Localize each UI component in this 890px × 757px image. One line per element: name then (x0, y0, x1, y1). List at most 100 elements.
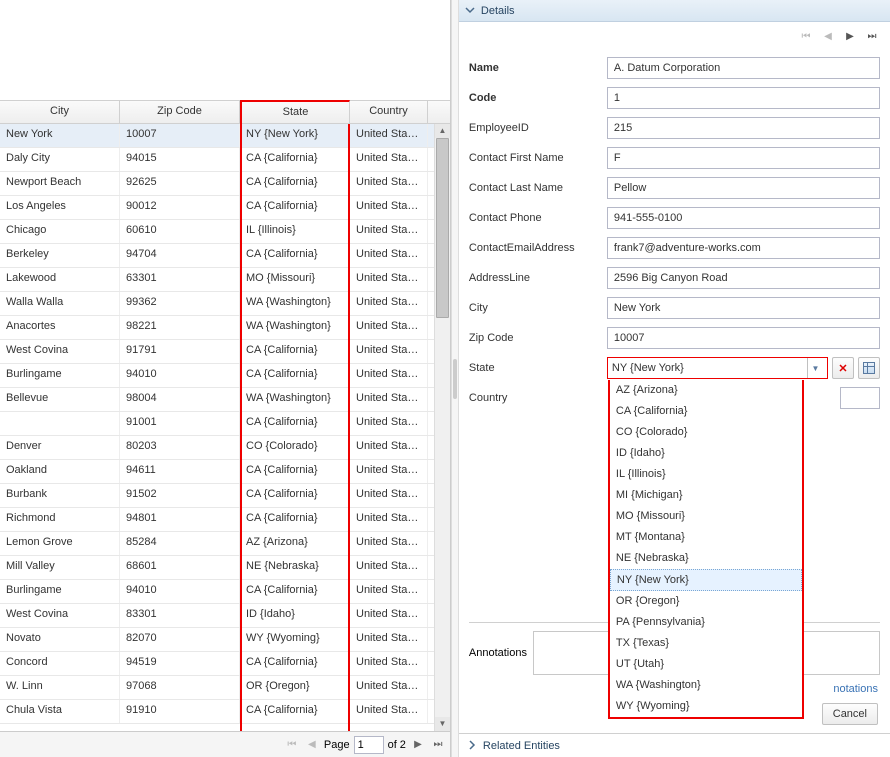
pager-first-button[interactable]: ⏮ (284, 737, 300, 753)
input-country[interactable] (840, 387, 880, 409)
state-option[interactable]: CO {Colorado} (610, 422, 802, 443)
input-contact-email[interactable] (607, 237, 880, 259)
table-row[interactable]: Burlingame94010CA {California}United Sta… (0, 364, 450, 388)
vertical-scrollbar[interactable]: ▲ ▼ (434, 124, 450, 731)
pager-page-input[interactable] (354, 736, 384, 754)
state-option[interactable]: UT {Utah} (610, 654, 802, 675)
table-row[interactable]: West Covina91791CA {California}United St… (0, 340, 450, 364)
input-address[interactable] (607, 267, 880, 289)
cell-city: Berkeley (0, 244, 120, 267)
state-option[interactable]: AZ {Arizona} (610, 380, 802, 401)
splitter[interactable] (451, 0, 459, 757)
label-address: AddressLine (469, 272, 607, 284)
table-row[interactable]: Chula Vista91910CA {California}United St… (0, 700, 450, 724)
cancel-button[interactable]: Cancel (822, 703, 878, 725)
cell-state: CA {California} (240, 484, 350, 507)
state-option[interactable]: OR {Oregon} (610, 591, 802, 612)
state-option[interactable]: TX {Texas} (610, 633, 802, 654)
annotations-link[interactable]: notations (833, 683, 878, 695)
cell-zip: 60610 (120, 220, 240, 243)
input-code[interactable] (607, 87, 880, 109)
table-row[interactable]: Burbank91502CA {California}United States (0, 484, 450, 508)
input-zip[interactable] (607, 327, 880, 349)
state-option[interactable]: ID {Idaho} (610, 443, 802, 464)
nav-next-button[interactable]: ▶ (842, 28, 858, 44)
scroll-thumb[interactable] (436, 138, 449, 318)
scroll-up-arrow[interactable]: ▲ (435, 124, 450, 138)
table-row[interactable]: Lemon Grove85284AZ {Arizona}United State… (0, 532, 450, 556)
state-option[interactable]: CA {California} (610, 401, 802, 422)
nav-last-button[interactable]: ⏭ (864, 28, 880, 44)
pager-next-button[interactable]: ▶ (410, 737, 426, 753)
table-row[interactable]: Novato82070WY {Wyoming}United States (0, 628, 450, 652)
state-option[interactable]: NY {New York} (610, 569, 802, 591)
state-option[interactable]: NE {Nebraska} (610, 548, 802, 569)
state-option[interactable]: IL {Illinois} (610, 464, 802, 485)
table-row[interactable]: Bellevue98004WA {Washington}United State… (0, 388, 450, 412)
cell-zip: 91502 (120, 484, 240, 507)
table-row[interactable]: Oakland94611CA {California}United States (0, 460, 450, 484)
table-row[interactable]: 91001CA {California}United States (0, 412, 450, 436)
table-row[interactable]: W. Linn97068OR {Oregon}United States (0, 676, 450, 700)
cell-city: W. Linn (0, 676, 120, 699)
table-row[interactable]: Burlingame94010CA {California}United Sta… (0, 580, 450, 604)
table-row[interactable]: Berkeley94704CA {California}United State… (0, 244, 450, 268)
table-row[interactable]: Daly City94015CA {California}United Stat… (0, 148, 450, 172)
table-row[interactable]: Anacortes98221WA {Washington}United Stat… (0, 316, 450, 340)
cell-state: MO {Missouri} (240, 268, 350, 291)
cell-zip: 82070 (120, 628, 240, 651)
grid-body[interactable]: New York10007NY {New York}United StatesD… (0, 124, 450, 731)
state-option[interactable]: MO {Missouri} (610, 506, 802, 527)
column-header-country[interactable]: Country (350, 101, 428, 123)
scroll-down-arrow[interactable]: ▼ (435, 717, 450, 731)
cell-city: Burlingame (0, 580, 120, 603)
table-row[interactable]: New York10007NY {New York}United States (0, 124, 450, 148)
column-header-city[interactable]: City (0, 101, 120, 123)
chevron-down-icon[interactable]: ▼ (807, 358, 823, 378)
cell-country: United States (350, 700, 428, 723)
state-option[interactable]: MT {Montana} (610, 527, 802, 548)
column-header-zip[interactable]: Zip Code (120, 101, 240, 123)
column-header-state[interactable]: State (240, 100, 350, 124)
clear-state-button[interactable]: ✕ (832, 357, 854, 379)
cell-zip: 91910 (120, 700, 240, 723)
cell-country: United States (350, 628, 428, 651)
table-row[interactable]: Walla Walla99362WA {Washington}United St… (0, 292, 450, 316)
table-row[interactable]: Newport Beach92625CA {California}United … (0, 172, 450, 196)
cell-country: United States (350, 484, 428, 507)
state-option[interactable]: WA {Washington} (610, 675, 802, 696)
table-row[interactable]: Los Angeles90012CA {California}United St… (0, 196, 450, 220)
table-row[interactable]: West Covina83301ID {Idaho}United States (0, 604, 450, 628)
cell-zip: 94801 (120, 508, 240, 531)
input-contact-first[interactable] (607, 147, 880, 169)
state-option[interactable]: MI {Michigan} (610, 485, 802, 506)
related-entities-header[interactable]: Related Entities (459, 733, 890, 757)
label-state: State (469, 362, 607, 374)
nav-first-button[interactable]: ⏮ (798, 28, 814, 44)
input-contact-last[interactable] (607, 177, 880, 199)
table-row[interactable]: Chicago60610IL {Illinois}United States (0, 220, 450, 244)
cell-city: Chula Vista (0, 700, 120, 723)
lookup-state-button[interactable] (858, 357, 880, 379)
state-option[interactable]: PA {Pennsylvania} (610, 612, 802, 633)
cell-country: United States (350, 340, 428, 363)
input-city[interactable] (607, 297, 880, 319)
table-row[interactable]: Mill Valley68601NE {Nebraska}United Stat… (0, 556, 450, 580)
nav-prev-button[interactable]: ◀ (820, 28, 836, 44)
state-combobox[interactable]: NY {New York} ▼ AZ {Arizona}CA {Californ… (607, 357, 828, 379)
state-dropdown-list[interactable]: AZ {Arizona}CA {California}CO {Colorado}… (608, 380, 804, 719)
table-row[interactable]: Lakewood63301MO {Missouri}United States (0, 268, 450, 292)
pager-prev-button[interactable]: ◀ (304, 737, 320, 753)
cell-country: United States (350, 604, 428, 627)
input-name[interactable] (607, 57, 880, 79)
table-row[interactable]: Concord94519CA {California}United States (0, 652, 450, 676)
state-option[interactable]: WY {Wyoming} (610, 696, 802, 717)
table-row[interactable]: Richmond94801CA {California}United State… (0, 508, 450, 532)
input-employee-id[interactable] (607, 117, 880, 139)
table-row[interactable]: Denver80203CO {Colorado}United States (0, 436, 450, 460)
input-contact-phone[interactable] (607, 207, 880, 229)
cell-city: Daly City (0, 148, 120, 171)
pager-last-button[interactable]: ⏭ (430, 737, 446, 753)
details-header[interactable]: Details (459, 0, 890, 22)
cell-zip: 10007 (120, 124, 240, 147)
